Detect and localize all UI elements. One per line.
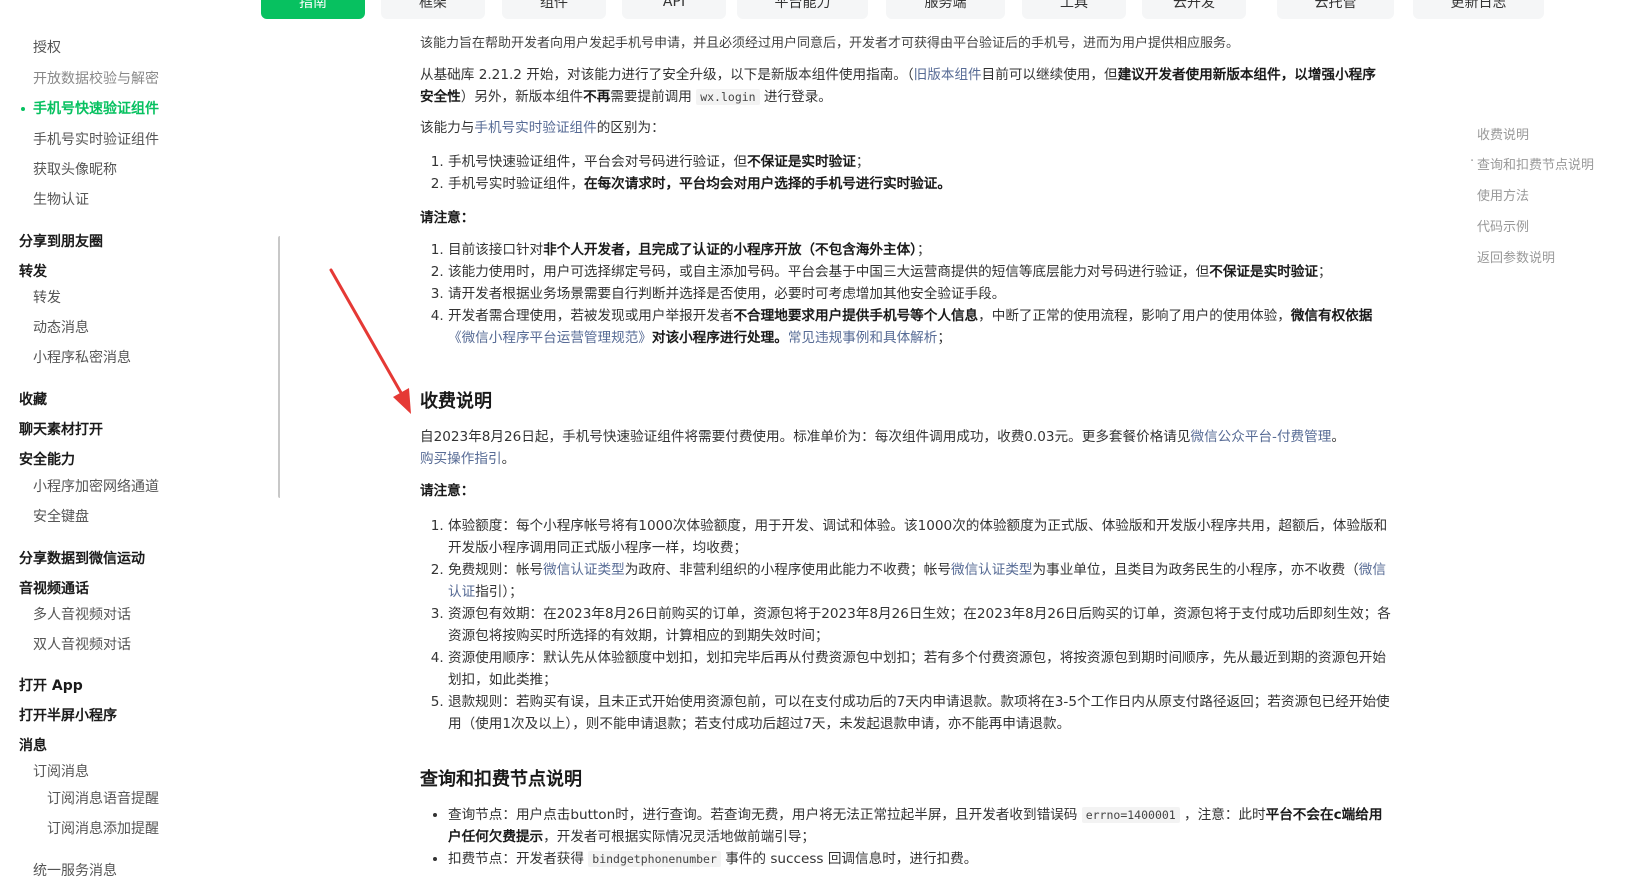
docs-page: 指南 框架 组件 API 平台能力 服务端 工具 云开发 云托管 更新日志 授权… (0, 0, 1648, 885)
sidebar-item-werun-share[interactable]: 分享数据到微信运动 (19, 549, 145, 569)
sidebar: 授权 开放数据校验与解密 手机号快速验证组件 手机号实时验证组件 获取头像昵称 … (0, 20, 280, 885)
toc-item-usage[interactable]: 使用方法 (1477, 185, 1529, 204)
list-item: 资源使用顺序：默认先从体验额度中划扣，划扣完毕后再从付费资源包中划扣；若有多个付… (448, 647, 1394, 691)
sidebar-item-biometric[interactable]: 生物认证 (33, 190, 89, 210)
sidebar-item-dynamic-message[interactable]: 动态消息 (33, 318, 89, 338)
sidebar-item-authorize[interactable]: 授权 (33, 38, 61, 58)
text: 需要提前调用 (610, 89, 692, 105)
sidebar-item-moments-share[interactable]: 分享到朋友圈 (19, 232, 103, 252)
paragraph-fee: 自2023年8月26日起，手机号快速验证组件将需要付费使用。标准单价为：每次组件… (420, 426, 1385, 470)
payment-management-link[interactable]: 微信公众平台-付费管理 (1191, 429, 1332, 445)
list-item: 资源包有效期：在2023年8月26日前购买的订单，资源包将于2023年8月26日… (448, 603, 1394, 647)
cert-type-link[interactable]: 微信认证类型 (543, 562, 625, 578)
tab-changelog[interactable]: 更新日志 (1413, 0, 1544, 19)
diff-list: 手机号快速验证组件，平台会对号码进行验证，但不保证是实时验证； 手机号实时验证组… (434, 151, 1394, 195)
tab-guide[interactable]: 指南 (261, 0, 365, 19)
sidebar-item-private-message[interactable]: 小程序私密消息 (33, 348, 131, 368)
text: 进行登录。 (763, 89, 832, 105)
toc-item-code-example[interactable]: 代码示例 (1477, 216, 1529, 235)
text-bold: 不再 (583, 89, 611, 105)
query-list: 查询节点：用户点击button时，进行查询。若查询无费，用户将无法正常拉起半屏，… (434, 804, 1394, 870)
sidebar-item-forward-group[interactable]: 转发 (19, 262, 47, 282)
paragraph-diff: 该能力与手机号实时验证组件的区别为： (420, 117, 1385, 139)
text: 该能力与 (420, 120, 475, 136)
sidebar-item-chat-material[interactable]: 聊天素材打开 (19, 420, 103, 440)
list-item: 查询节点：用户点击button时，进行查询。若查询无费，用户将无法正常拉起半屏，… (448, 804, 1394, 848)
query-section-title: 查询和扣费节点说明 (420, 769, 582, 790)
list-item: 手机号快速验证组件，平台会对号码进行验证，但不保证是实时验证； (448, 151, 1394, 173)
sidebar-item-favorites[interactable]: 收藏 (19, 390, 47, 410)
arrow-head (393, 388, 411, 414)
text: 。 (501, 451, 516, 467)
list-item: 免费规则：帐号微信认证类型为政府、非营利组织的小程序使用此能力不收费；帐号微信认… (448, 559, 1394, 603)
list-item: 请开发者根据业务场景需要自行判断并选择是否使用，必要时可考虑增加其他安全验证手段… (448, 283, 1394, 305)
sidebar-item-av-call[interactable]: 音视频通话 (19, 579, 89, 599)
sidebar-scrollbar[interactable] (278, 236, 280, 498)
toc-item-return-params[interactable]: 返回参数说明 (1477, 247, 1555, 266)
list-item: 目前该接口针对非个人开发者，且完成了认证的小程序开放（不包含海外主体）； (448, 239, 1394, 261)
list-item: 扣费节点：开发者获得 bindgetphonenumber 事件的 succes… (448, 848, 1394, 870)
sidebar-item-avatar-nickname[interactable]: 获取头像昵称 (33, 160, 117, 180)
fee-section-title: 收费说明 (420, 391, 492, 412)
text: 从基础库 2.21.2 开始，对该能力进行了安全升级，以下是新版本组件使用指南。… (420, 67, 914, 83)
realtime-component-link[interactable]: 手机号实时验证组件 (474, 120, 596, 136)
text: 自2023年8月26日起，手机号快速验证组件将需要付费使用。标准单价为：每次组件… (420, 429, 1191, 445)
arrow-shaft (329, 268, 406, 400)
purchase-guide-link[interactable]: 购买操作指引 (420, 451, 502, 467)
sidebar-item-unified-service[interactable]: 统一服务消息 (33, 861, 117, 881)
main-content: 该能力旨在帮助开发者向用户发起手机号申请，并且必须经过用户同意后，开发者才可获得… (420, 0, 1391, 885)
sidebar-item-data-verify[interactable]: 开放数据校验与解密 (33, 69, 159, 89)
sidebar-item-message[interactable]: 消息 (19, 736, 47, 756)
paragraph-upgrade: 从基础库 2.21.2 开始，对该能力进行了安全升级，以下是新版本组件使用指南。… (420, 64, 1385, 108)
sidebar-item-open-app[interactable]: 打开 App (19, 676, 83, 696)
list-item: 退款规则：若购买有误，且未正式开始使用资源包前，可以在支付成功后的7天内申请退款… (448, 691, 1394, 735)
text: 。 (1331, 429, 1345, 445)
sidebar-item-dual-av[interactable]: 双人音视频对话 (33, 635, 131, 655)
fee-notes-list: 体验额度：每个小程序帐号将有1000次体验额度，用于开发、调试和体验。该1000… (434, 515, 1394, 735)
intro-line: 该能力旨在帮助开发者向用户发起手机号申请，并且必须经过用户同意后，开发者才可获得… (420, 36, 1240, 51)
sidebar-item-multi-av[interactable]: 多人音视频对话 (33, 605, 131, 625)
text: ）另外，新版本组件 (460, 89, 584, 105)
list-item: 开发者需合理使用，若被发现或用户举报开发者不合理地要求用户提供手机号等个人信息，… (448, 305, 1394, 349)
toc-item-fee[interactable]: 收费说明 (1477, 124, 1529, 143)
sidebar-item-subscribe-voice[interactable]: 订阅消息语音提醒 (47, 789, 159, 809)
list-item: 体验额度：每个小程序帐号将有1000次体验额度，用于开发、调试和体验。该1000… (448, 515, 1394, 559)
cert-type-link[interactable]: 微信认证类型 (951, 562, 1033, 578)
text: 目前可以继续使用，但 (981, 67, 1118, 83)
sidebar-item-phone-realtime[interactable]: 手机号实时验证组件 (33, 130, 159, 150)
toc-item-query[interactable]: 查询和扣费节点说明 (1470, 154, 1594, 173)
note-label: 请注意： (420, 210, 475, 226)
sidebar-item-forward[interactable]: 转发 (33, 288, 61, 308)
sidebar-item-subscribe-add[interactable]: 订阅消息添加提醒 (47, 819, 159, 839)
note-label: 请注意： (420, 483, 475, 499)
sidebar-item-half-screen[interactable]: 打开半屏小程序 (19, 706, 117, 726)
inline-code: errno=1400001 (1081, 807, 1180, 823)
sidebar-item-phone-quick[interactable]: 手机号快速验证组件 (21, 99, 159, 119)
sidebar-item-security[interactable]: 安全能力 (19, 450, 75, 470)
inline-code: wx.login (696, 89, 760, 105)
old-version-link[interactable]: 旧版本组件 (914, 67, 982, 83)
list-item: 手机号实时验证组件，在每次请求时，平台均会对用户选择的手机号进行实时验证。 (448, 173, 1394, 195)
notes-list: 目前该接口针对非个人开发者，且完成了认证的小程序开放（不包含海外主体）； 该能力… (434, 239, 1394, 349)
sidebar-item-secure-keyboard[interactable]: 安全键盘 (33, 507, 89, 527)
inline-code: bindgetphonenumber (588, 851, 721, 867)
text: 的区别为： (596, 120, 665, 136)
sidebar-item-encrypted-channel[interactable]: 小程序加密网络通道 (33, 477, 159, 497)
ops-rules-link[interactable]: 《微信小程序平台运营管理规范》 (448, 330, 652, 346)
sidebar-item-subscribe-message[interactable]: 订阅消息 (33, 762, 89, 782)
list-item: 该能力使用时，用户可选择绑定号码，或自主添加号码。平台会基于中国三大运营商提供的… (448, 261, 1394, 283)
violation-examples-link[interactable]: 常见违规事例和具体解析 (788, 330, 938, 346)
